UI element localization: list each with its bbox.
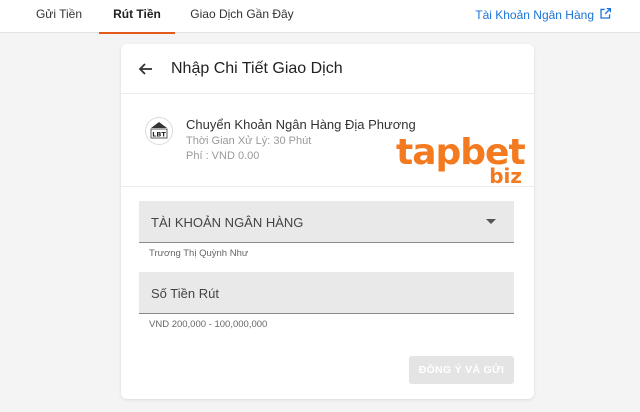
- bank-account-link[interactable]: Tài Khoản Ngân Hàng: [475, 6, 612, 24]
- card-header: Nhập Chi Tiết Giao Dịch: [121, 44, 534, 94]
- svg-text:LBT: LBT: [152, 131, 166, 139]
- top-navigation: Gửi Tiền Rút Tiền Giao Dịch Gần Đây Tài …: [0, 0, 640, 34]
- tab-deposit[interactable]: Gửi Tiền: [22, 0, 96, 33]
- watermark-sub-text: biz: [489, 164, 522, 188]
- arrow-left-icon[interactable]: [137, 60, 155, 78]
- bank-account-select[interactable]: TÀI KHOẢN NGÂN HÀNG: [139, 201, 514, 243]
- account-holder-name: Trương Thị Quỳnh Như: [149, 248, 249, 259]
- bank-logo-icon: LBT: [145, 117, 173, 145]
- amount-range-hint: VND 200,000 - 100,000,000: [149, 319, 268, 330]
- bank-account-select-label: TÀI KHOẢN NGÂN HÀNG: [151, 215, 304, 230]
- method-name: Chuyển Khoản Ngân Hàng Địa Phương: [186, 117, 416, 132]
- withdraw-amount-label: Số Tiền Rút: [151, 286, 219, 301]
- tab-withdraw[interactable]: Rút Tiền: [99, 0, 175, 34]
- bank-account-link-label: Tài Khoản Ngân Hàng: [475, 8, 594, 22]
- tapbet-watermark-logo: tapbet biz: [394, 133, 534, 189]
- withdraw-amount-input[interactable]: Số Tiền Rút: [139, 272, 514, 314]
- transaction-details-card: Nhập Chi Tiết Giao Dịch LBT Chuyển Khoản…: [121, 44, 534, 399]
- submit-button[interactable]: ĐỒNG Ý VÀ GỬI: [409, 356, 514, 384]
- external-link-icon: [599, 7, 612, 23]
- tab-recent-transactions[interactable]: Giao Dịch Gần Đây: [180, 0, 304, 33]
- processing-time: Thời Gian Xử Lý: 30 Phút: [186, 135, 312, 147]
- method-fee: Phí : VND 0.00: [186, 150, 260, 162]
- page-title: Nhập Chi Tiết Giao Dịch: [171, 60, 343, 77]
- chevron-down-icon: [486, 219, 496, 224]
